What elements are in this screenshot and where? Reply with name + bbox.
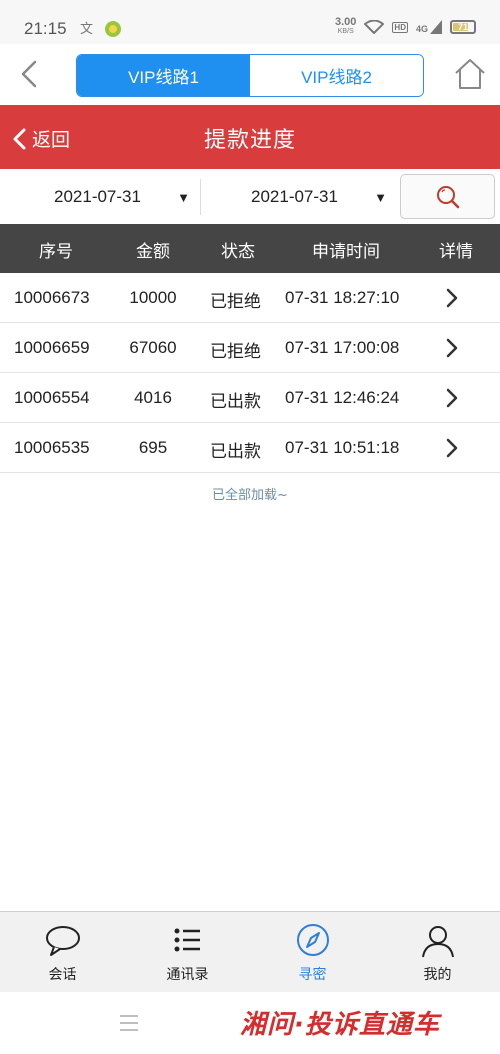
filter-divider <box>200 179 201 215</box>
row-time: 07-31 10:51:18 <box>285 438 400 457</box>
svg-text:文: 文 <box>80 22 93 36</box>
home-icon[interactable] <box>453 57 487 91</box>
table-header: 序号 金额 状态 申请时间 详情 <box>0 224 500 273</box>
row-status: 已拒绝 <box>210 292 261 312</box>
column-header-detail: 详情 <box>439 242 473 262</box>
translate-icon: 文 <box>80 20 98 38</box>
end-date-select[interactable]: 2021-07-31 ▼ <box>251 169 387 224</box>
chevron-right-icon[interactable] <box>444 387 460 409</box>
row-amount: 10000 <box>129 288 177 307</box>
row-amount: 695 <box>138 438 168 457</box>
nav-item-contacts[interactable]: 通讯录 <box>125 912 250 993</box>
route-tabs: VIP线路1 VIP线路2 <box>76 54 424 97</box>
battery-icon: 71 <box>450 20 476 34</box>
status-indicators: 3.00 KB/S HD 4G 71 <box>335 16 476 36</box>
chevron-right-icon[interactable] <box>444 437 460 459</box>
tab-vip-route-1[interactable]: VIP线路1 <box>77 55 250 96</box>
column-header-id: 序号 <box>39 242 73 262</box>
dropdown-caret-icon: ▼ <box>374 190 387 205</box>
end-date-value: 2021-07-31 <box>251 186 338 206</box>
list-icon <box>174 928 200 952</box>
status-bar: 21:15 文 3.00 KB/S HD 4G 71 <box>0 0 500 44</box>
chevron-left-icon[interactable] <box>14 58 46 90</box>
search-button[interactable] <box>400 174 495 219</box>
row-time: 07-31 18:27:10 <box>285 288 400 307</box>
nav-label-chat: 会话 <box>48 967 77 983</box>
date-filter: 2021-07-31 ▼ 2021-07-31 ▼ <box>0 169 500 224</box>
row-status: 已出款 <box>210 392 261 412</box>
all-loaded-note: 已全部加载~ <box>212 488 288 503</box>
withdrawal-list: 10006673 10000 已拒绝 07-31 18:27:10 100066… <box>0 273 500 473</box>
table-row[interactable]: 10006554 4016 已出款 07-31 12:46:24 <box>0 373 500 423</box>
start-date-value: 2021-07-31 <box>54 186 141 206</box>
row-id: 10006554 <box>14 388 90 407</box>
nav-label-contacts: 通讯录 <box>166 967 209 983</box>
network-speed: 3.00 KB/S <box>335 16 357 36</box>
hd-badge: HD <box>392 21 408 33</box>
table-row[interactable]: 10006535 695 已出款 07-31 10:51:18 <box>0 423 500 473</box>
search-icon <box>437 186 460 209</box>
wifi-icon <box>364 20 385 34</box>
nav-item-profile[interactable]: 我的 <box>375 912 500 993</box>
row-time: 07-31 12:46:24 <box>285 388 400 407</box>
row-id: 10006673 <box>14 288 90 307</box>
app-notification-icon <box>104 20 122 38</box>
row-status: 已出款 <box>210 442 261 462</box>
dropdown-caret-icon: ▼ <box>177 190 190 205</box>
person-icon <box>422 926 454 958</box>
compass-icon <box>297 924 329 956</box>
top-nav: VIP线路1 VIP线路2 <box>0 44 500 105</box>
row-status: 已拒绝 <box>210 342 261 362</box>
row-amount: 67060 <box>129 338 177 357</box>
column-header-amount: 金额 <box>136 242 170 262</box>
nav-label-discover: 寻密 <box>298 967 327 983</box>
watermark-logo: 湘问·投诉直通车 <box>240 1010 440 1040</box>
table-row[interactable]: 10006673 10000 已拒绝 07-31 18:27:10 <box>0 273 500 323</box>
signal-indicator: 4G <box>416 20 442 34</box>
title-bar: 返回 提款进度 <box>0 105 500 169</box>
table-row[interactable]: 10006659 67060 已拒绝 07-31 17:00:08 <box>0 323 500 373</box>
nav-item-discover[interactable]: 寻密 <box>250 912 375 993</box>
row-id: 10006535 <box>14 438 90 457</box>
tab-vip-route-2[interactable]: VIP线路2 <box>250 55 423 96</box>
status-time: 21:15 <box>24 19 67 38</box>
row-id: 10006659 <box>14 338 90 357</box>
page-title: 提款进度 <box>203 128 296 153</box>
column-header-status: 状态 <box>221 242 255 262</box>
chevron-right-icon[interactable] <box>444 337 460 359</box>
menu-icon[interactable] <box>119 1014 139 1032</box>
start-date-select[interactable]: 2021-07-31 ▼ <box>54 169 190 224</box>
chat-bubble-icon <box>46 926 80 956</box>
nav-item-chat[interactable]: 会话 <box>0 912 125 993</box>
nav-label-profile: 我的 <box>423 967 452 983</box>
row-amount: 4016 <box>134 388 172 407</box>
system-nav-bar: 湘问·投诉直通车 <box>0 992 500 1054</box>
column-header-time: 申请时间 <box>312 242 380 262</box>
row-time: 07-31 17:00:08 <box>285 338 400 357</box>
chevron-right-icon[interactable] <box>444 287 460 309</box>
bottom-nav: 会话 通讯录 寻密 我的 <box>0 911 500 992</box>
